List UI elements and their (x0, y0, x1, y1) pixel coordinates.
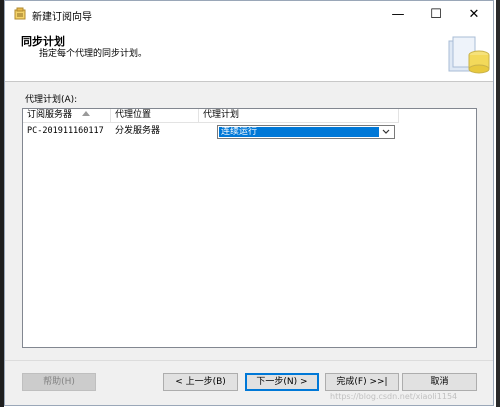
agent-schedule-label: 代理计划(A): (25, 95, 78, 105)
wizard-header: 同步计划 指定每个代理的同步计划。 (5, 27, 493, 82)
footer-divider (5, 360, 493, 361)
sort-ascending-icon (82, 111, 91, 116)
background-right (496, 0, 500, 407)
agent-schedule-grid[interactable]: 订阅服务器 代理位置 代理计划 PC-201911160117 分发服务器 连续… (22, 108, 477, 348)
column-header-location[interactable]: 代理位置 (111, 109, 199, 123)
schedule-dropdown[interactable]: 连续运行 (217, 125, 395, 139)
finish-button[interactable]: 完成(F) >>| (325, 373, 399, 391)
next-button[interactable]: 下一步(N) > (245, 373, 319, 391)
close-button[interactable]: ✕ (455, 1, 493, 27)
column-header-schedule-label: 代理计划 (203, 110, 240, 120)
cancel-button[interactable]: 取消 (402, 373, 477, 391)
cell-location: 分发服务器 (115, 126, 161, 136)
back-button[interactable]: < 上一步(B) (163, 373, 238, 391)
schedule-dropdown-value: 连续运行 (219, 127, 379, 137)
column-header-location-label: 代理位置 (115, 110, 152, 120)
minimize-icon: — (391, 6, 405, 22)
window-title: 新建订阅向导 (32, 12, 92, 23)
help-button[interactable]: 帮助(H) (22, 373, 96, 391)
column-header-schedule[interactable]: 代理计划 (199, 109, 399, 123)
maximize-icon: ☐ (430, 6, 442, 22)
cell-subscriber: PC-201911160117 (27, 126, 104, 136)
wizard-app-icon (14, 7, 26, 20)
minimize-button[interactable]: — (379, 1, 417, 27)
database-sync-icon (448, 36, 490, 74)
column-header-subscriber[interactable]: 订阅服务器 (23, 109, 111, 123)
column-header-subscriber-label: 订阅服务器 (27, 110, 73, 120)
chevron-down-icon (382, 129, 390, 134)
close-icon: ✕ (468, 6, 480, 22)
page-subtitle: 指定每个代理的同步计划。 (39, 49, 148, 59)
watermark: https://blog.csdn.net/xiaoli1154 (330, 392, 458, 401)
title-bar: 新建订阅向导 — ☐ ✕ (5, 1, 493, 27)
maximize-button[interactable]: ☐ (417, 1, 455, 27)
wizard-window: 新建订阅向导 — ☐ ✕ 同步计划 指定每个代理的同步计划。 代理计划(A): … (4, 0, 494, 406)
